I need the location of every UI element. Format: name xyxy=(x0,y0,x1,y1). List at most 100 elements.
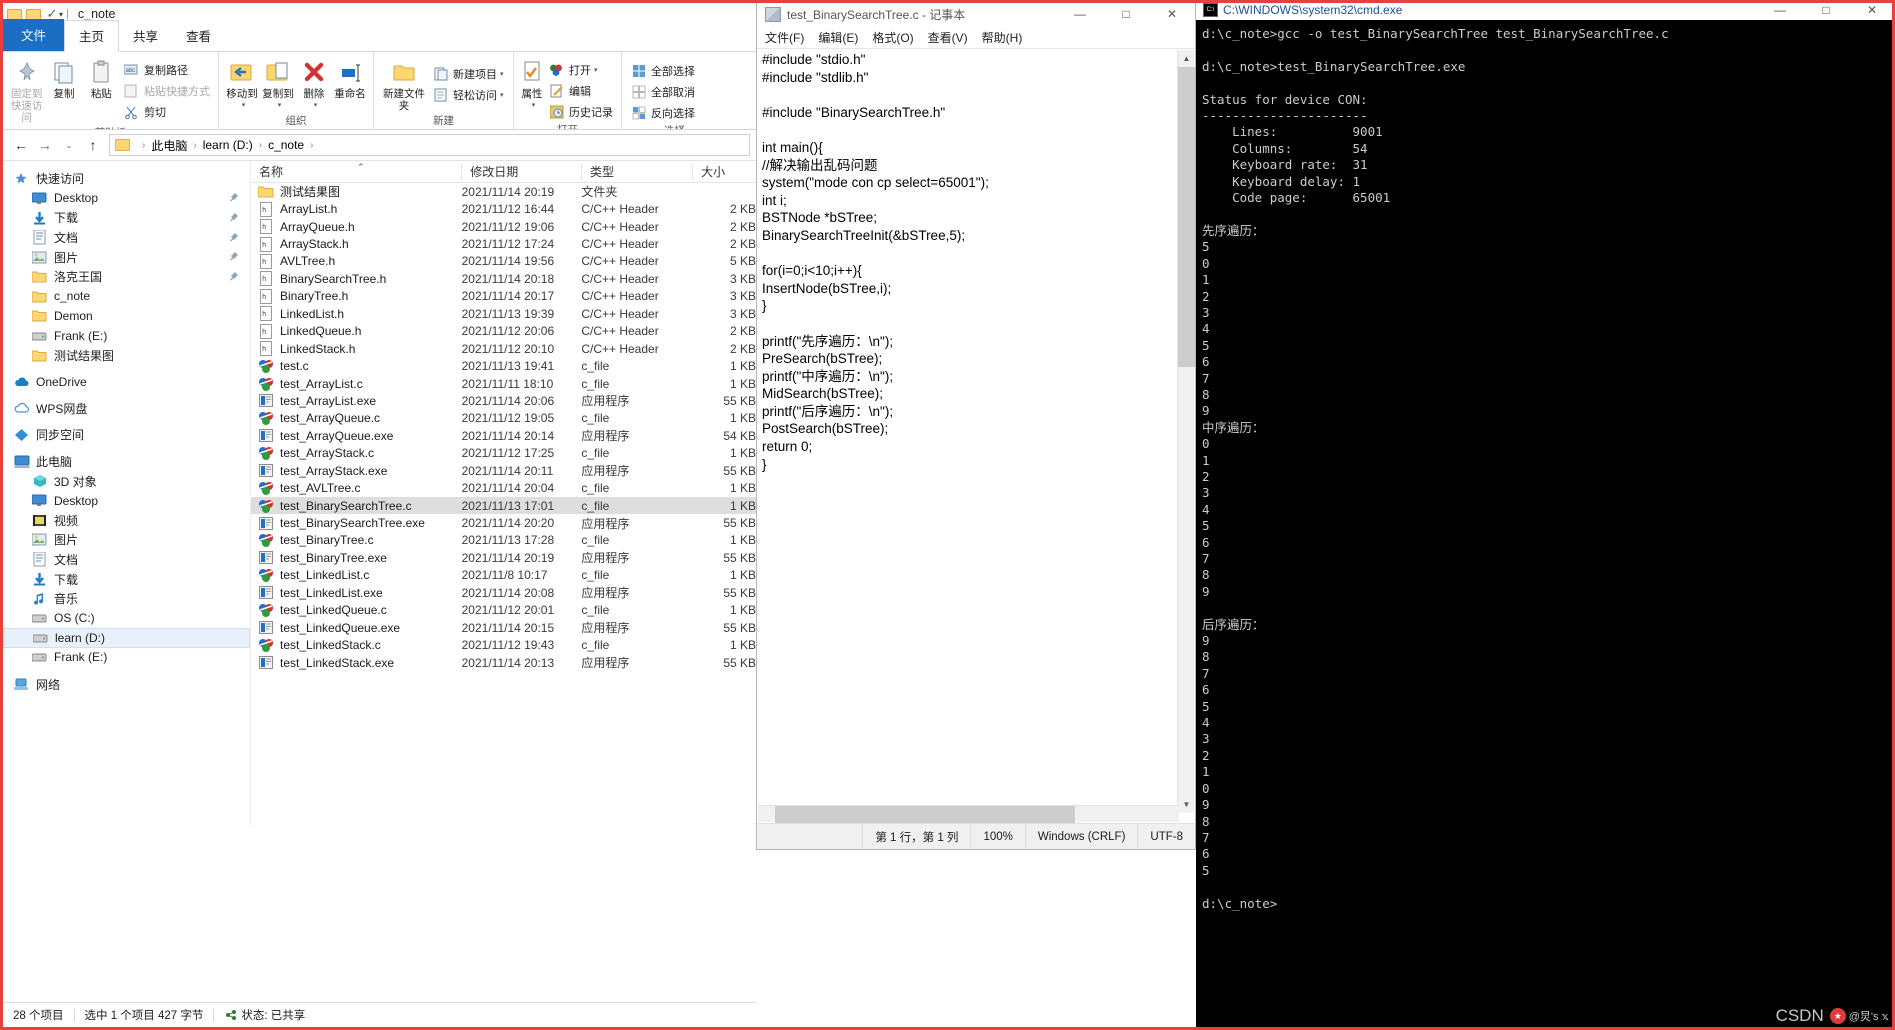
file-name-cell[interactable]: h AVLTree.h xyxy=(251,253,462,269)
file-row[interactable]: test_BinarySearchTree.c 2021/11/13 17:01 c… xyxy=(251,496,756,515)
pin-icon[interactable] xyxy=(229,211,240,225)
file-name-cell[interactable]: test_ArrayStack.c xyxy=(251,446,462,461)
breadcrumb-item-0[interactable]: 此电脑 xyxy=(151,137,187,154)
column-type[interactable]: 类型 xyxy=(581,163,692,180)
delete-button[interactable]: 删除 ▾ xyxy=(296,57,332,113)
file-name-cell[interactable]: test_BinarySearchTree.c xyxy=(251,499,462,513)
nav-item-frank-e[interactable]: Frank (E:) xyxy=(3,326,250,346)
nav-item-3d[interactable]: 3D 对象 xyxy=(3,471,250,491)
copy-button[interactable]: 复制 xyxy=(45,57,82,101)
new-folder-button[interactable]: 新建文件夹 xyxy=(379,57,429,113)
cmd-maximize-button[interactable]: □ xyxy=(1803,0,1849,20)
notepad-zoom-level[interactable]: 100% xyxy=(970,823,1024,849)
cmd-minimize-button[interactable]: — xyxy=(1757,0,1803,20)
paste-button[interactable]: 粘贴 xyxy=(83,57,120,101)
rename-button[interactable]: 重命名 xyxy=(332,57,368,101)
file-name-cell[interactable]: h LinkedQueue.h xyxy=(251,323,462,339)
file-name-cell[interactable]: test_ArrayQueue.exe xyxy=(251,429,462,443)
recent-locations-button[interactable]: ⌄ xyxy=(57,133,81,157)
file-name-cell[interactable]: test_ArrayList.c xyxy=(251,377,462,391)
select-all-button[interactable]: 全部选择 xyxy=(627,60,698,81)
file-name-cell[interactable]: test_LinkedStack.c xyxy=(251,638,462,653)
file-name-cell[interactable]: test_BinaryTree.exe xyxy=(251,551,462,565)
file-row[interactable]: test_LinkedList.exe 2021/11/14 20:08 应用程序 5… xyxy=(251,584,756,601)
back-button[interactable]: ← xyxy=(9,133,33,157)
move-to-caret-icon[interactable]: ▾ xyxy=(242,100,246,112)
file-row[interactable]: test_ArrayQueue.c 2021/11/12 19:05 c_file 1… xyxy=(251,410,756,427)
file-name-cell[interactable]: test_LinkedList.exe xyxy=(251,586,462,600)
file-name-cell[interactable]: test_BinarySearchTree.exe xyxy=(251,516,462,530)
nav-item-[interactable]: 图片 xyxy=(3,247,250,267)
nav-item-[interactable]: 视频 xyxy=(3,511,250,531)
pin-icon[interactable] xyxy=(229,270,240,284)
file-name-cell[interactable]: test_ArrayQueue.c xyxy=(251,411,462,426)
nav-item-desktop[interactable]: Desktop xyxy=(3,189,250,209)
history-button[interactable]: 历史记录 xyxy=(545,101,616,122)
nav-item-demon[interactable]: Demon xyxy=(3,306,250,326)
nav-item-learn-d[interactable]: learn (D:) xyxy=(3,628,250,648)
easy-access-caret-icon[interactable]: ▾ xyxy=(500,91,504,99)
move-to-button[interactable]: 移动到 ▾ xyxy=(224,57,260,113)
file-row[interactable]: test_ArrayStack.c 2021/11/12 17:25 c_file 1… xyxy=(251,445,756,462)
select-none-button[interactable]: 全部取消 xyxy=(627,81,698,102)
invert-selection-button[interactable]: 反向选择 xyxy=(627,102,698,123)
cmd-close-button[interactable]: ✕ xyxy=(1849,0,1895,20)
notepad-horizontal-scroll-thumb[interactable] xyxy=(775,806,1075,823)
notepad-scroll-up-icon[interactable]: ▲ xyxy=(1178,50,1195,67)
file-row[interactable]: h ArrayStack.h 2021/11/12 17:24 C/C++ Heade… xyxy=(251,235,756,252)
pin-icon[interactable] xyxy=(229,250,240,264)
nav-item-[interactable]: 音乐 xyxy=(3,589,250,609)
nav-item-os-c[interactable]: OS (C:) xyxy=(3,608,250,628)
notepad-vertical-scrollbar[interactable]: ▲ ▼ xyxy=(1177,50,1195,813)
notepad-menu-file[interactable]: 文件(F) xyxy=(765,29,804,46)
file-name-cell[interactable]: h LinkedList.h xyxy=(251,306,462,322)
file-row[interactable]: h ArrayList.h 2021/11/12 16:44 C/C++ Header… xyxy=(251,200,756,217)
forward-button[interactable]: → xyxy=(33,133,57,157)
file-row[interactable]: test_BinarySearchTree.exe 2021/11/14 20:2… xyxy=(251,514,756,531)
file-name-cell[interactable]: test_ArrayList.exe xyxy=(251,394,462,408)
nav-item-frank-e[interactable]: Frank (E:) xyxy=(3,648,250,668)
file-row[interactable]: test_LinkedStack.exe 2021/11/14 20:13 应用程序… xyxy=(251,654,756,671)
nav-item-c-note[interactable]: c_note xyxy=(3,287,250,307)
cut-button[interactable]: 剪切 xyxy=(120,101,213,122)
file-row[interactable]: h LinkedStack.h 2021/11/12 20:10 C/C++ Head… xyxy=(251,340,756,357)
file-name-cell[interactable]: test_ArrayStack.exe xyxy=(251,464,462,478)
column-date[interactable]: 修改日期 xyxy=(461,163,581,180)
notepad-vertical-scroll-thumb[interactable] xyxy=(1178,67,1195,367)
file-name-cell[interactable]: h LinkedStack.h xyxy=(251,341,462,357)
nav-item-[interactable]: 同步空间 xyxy=(3,425,250,445)
nav-item-[interactable]: 网络 xyxy=(3,674,250,694)
file-row[interactable]: test_ArrayQueue.exe 2021/11/14 20:14 应用程序 5… xyxy=(251,427,756,444)
breadcrumb-item-2[interactable]: c_note xyxy=(268,138,304,152)
file-row[interactable]: h BinaryTree.h 2021/11/14 20:17 C/C++ Heade… xyxy=(251,288,756,305)
file-row[interactable]: test_ArrayList.c 2021/11/11 18:10 c_file 1 … xyxy=(251,375,756,392)
nav-item-desktop[interactable]: Desktop xyxy=(3,491,250,511)
breadcrumb-bar[interactable]: › 此电脑 › learn (D:) › c_note › xyxy=(109,134,750,156)
column-size[interactable]: 大小 xyxy=(692,163,756,180)
notepad-maximize-button[interactable]: □ xyxy=(1103,1,1149,27)
file-row[interactable]: test_AVLTree.c 2021/11/14 20:04 c_file 1 KB xyxy=(251,479,756,496)
nav-item-[interactable]: 下载 xyxy=(3,569,250,589)
file-row[interactable]: test_LinkedList.c 2021/11/8 10:17 c_file 1 … xyxy=(251,567,756,584)
file-name-cell[interactable]: test_LinkedQueue.c xyxy=(251,603,462,618)
paste-shortcut-button[interactable]: 粘贴快捷方式 xyxy=(120,80,213,101)
file-row[interactable]: test_LinkedStack.c 2021/11/12 19:43 c_file… xyxy=(251,636,756,653)
file-row[interactable]: test.c 2021/11/13 19:41 c_file 1 KB xyxy=(251,357,756,374)
cmd-output[interactable]: d:\c_note>gcc -o test_BinarySearchTree t… xyxy=(1196,20,1895,1030)
file-name-cell[interactable]: test_LinkedQueue.exe xyxy=(251,621,462,635)
notepad-horizontal-scrollbar[interactable] xyxy=(758,805,1179,823)
file-row[interactable]: h BinarySearchTree.h 2021/11/14 20:18 C/C++… xyxy=(251,270,756,287)
pin-icon[interactable] xyxy=(229,191,240,205)
file-row[interactable]: h AVLTree.h 2021/11/14 19:56 C/C++ Header 5 … xyxy=(251,253,756,270)
file-row[interactable]: h ArrayQueue.h 2021/11/12 19:06 C/C++ Heade… xyxy=(251,218,756,235)
file-name-cell[interactable]: h BinarySearchTree.h xyxy=(251,271,462,287)
notepad-menu-format[interactable]: 格式(O) xyxy=(872,29,913,46)
open-button[interactable]: 打开 ▾ xyxy=(545,59,616,80)
file-row[interactable]: test_LinkedQueue.exe 2021/11/14 20:15 应用程序… xyxy=(251,619,756,636)
nav-item-[interactable]: 快速访问 xyxy=(3,169,250,189)
notepad-minimize-button[interactable]: — xyxy=(1057,1,1103,27)
pin-to-quick-access-button[interactable]: 固定到快速访问 xyxy=(8,57,45,125)
file-name-cell[interactable]: test_BinaryTree.c xyxy=(251,533,462,548)
file-name-cell[interactable]: h ArrayStack.h xyxy=(251,236,462,252)
nav-item-[interactable]: 下载 xyxy=(3,208,250,228)
